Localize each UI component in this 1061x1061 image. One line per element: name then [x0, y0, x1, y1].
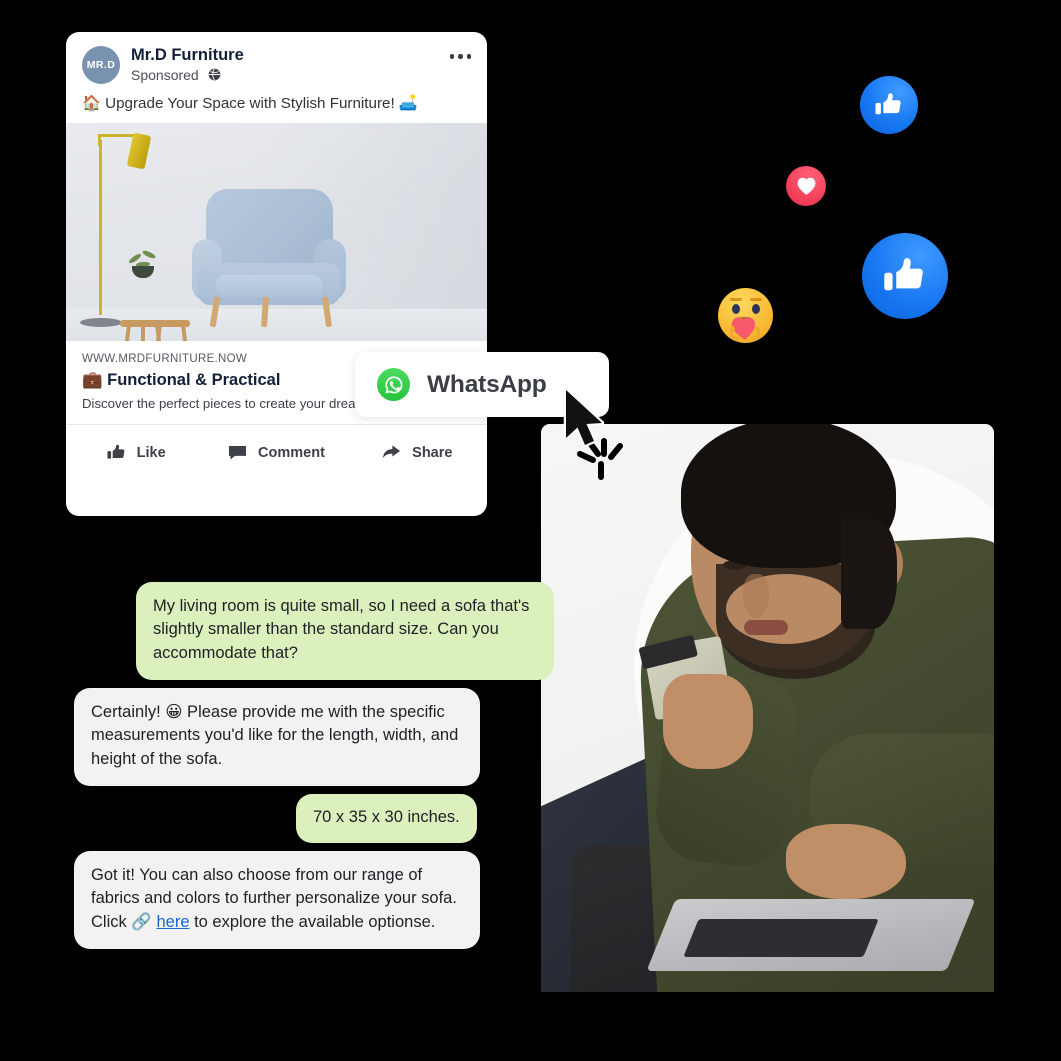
mouse-cursor-icon [562, 387, 610, 455]
ad-caption: 🏠 Upgrade Your Space with Stylish Furnit… [82, 95, 418, 112]
globe-icon [208, 68, 221, 81]
thumbs-up-icon [107, 443, 126, 462]
whatsapp-label: WhatsApp [427, 370, 547, 398]
chat-message-incoming: Got it! You can also choose from our ran… [74, 851, 480, 950]
reaction-like[interactable] [860, 76, 918, 134]
message-text-part2: to explore the available optionse. [189, 912, 436, 931]
here-link[interactable]: here [156, 913, 189, 931]
more-options-icon[interactable] [449, 46, 471, 59]
comment-label: Comment [258, 444, 325, 461]
reaction-love[interactable] [786, 166, 826, 206]
share-label: Share [412, 444, 453, 461]
ad-action-bar: Like Comment Share [66, 424, 487, 480]
comment-button[interactable]: Comment [206, 443, 346, 462]
ad-subline: Sponsored [131, 67, 450, 83]
chat-message-incoming: Certainly! 😀 Please provide me with the … [74, 688, 480, 787]
page-name[interactable]: Mr.D Furniture [131, 46, 450, 65]
thumbs-up-icon [884, 258, 923, 291]
ad-header: MR.D Mr.D Furniture Sponsored [66, 32, 487, 84]
chat-message-outgoing: 70 x 35 x 30 inches. [296, 794, 477, 844]
ad-identity: Mr.D Furniture Sponsored [131, 46, 450, 83]
reaction-like[interactable] [862, 233, 948, 319]
avatar-label: MR.D [86, 59, 116, 71]
heart-icon [797, 177, 815, 195]
facebook-ad-card[interactable]: MR.D Mr.D Furniture Sponsored 🏠 Upgrade … [66, 32, 487, 516]
ad-product-image[interactable] [66, 123, 487, 341]
like-button[interactable]: Like [66, 443, 206, 462]
avatar[interactable]: MR.D [82, 46, 120, 84]
canvas: MR.D Mr.D Furniture Sponsored 🏠 Upgrade … [0, 0, 1061, 1061]
user-photo [541, 424, 994, 992]
sponsored-label: Sponsored [131, 66, 199, 83]
share-button[interactable]: Share [347, 443, 487, 462]
chat-message-outgoing: My living room is quite small, so I need… [136, 582, 554, 681]
comment-icon [228, 443, 247, 462]
care-hug-icon [730, 317, 760, 341]
thumbs-up-icon [875, 93, 901, 115]
reaction-care[interactable] [718, 288, 773, 343]
like-label: Like [136, 444, 166, 461]
whatsapp-icon [377, 368, 410, 401]
share-icon [381, 443, 401, 462]
